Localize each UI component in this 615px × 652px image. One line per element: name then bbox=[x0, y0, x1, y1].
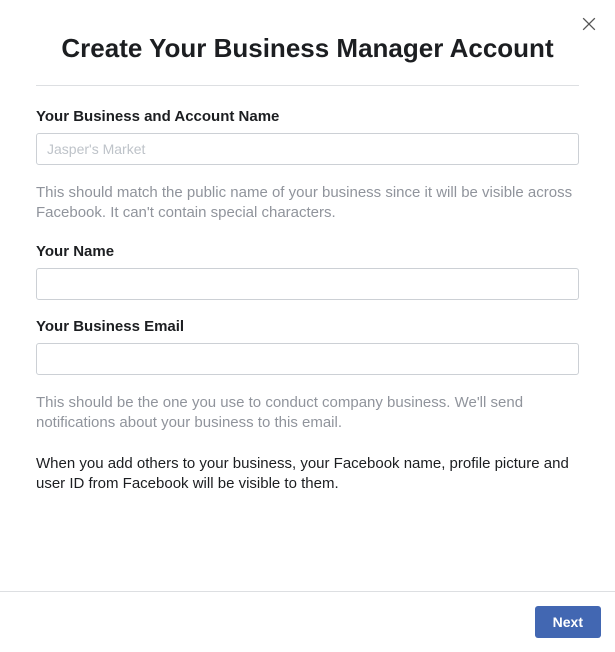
your-name-label: Your Name bbox=[36, 243, 579, 260]
field-your-name: Your Name bbox=[36, 243, 579, 300]
business-email-label: Your Business Email bbox=[36, 318, 579, 335]
divider bbox=[36, 85, 579, 86]
dialog-title: Create Your Business Manager Account bbox=[36, 32, 579, 65]
dialog-footer: Next bbox=[0, 591, 615, 652]
field-business-email: Your Business Email bbox=[36, 318, 579, 375]
your-name-input[interactable] bbox=[36, 268, 579, 300]
business-name-helper: This should match the public name of you… bbox=[36, 183, 579, 224]
business-name-input[interactable] bbox=[36, 133, 579, 165]
business-email-helper: This should be the one you use to conduc… bbox=[36, 393, 579, 434]
dialog-body: Create Your Business Manager Account You… bbox=[0, 0, 615, 494]
field-business-name: Your Business and Account Name bbox=[36, 108, 579, 165]
business-name-label: Your Business and Account Name bbox=[36, 108, 579, 125]
disclosure-text: When you add others to your business, yo… bbox=[36, 454, 579, 495]
business-email-input[interactable] bbox=[36, 343, 579, 375]
next-button[interactable]: Next bbox=[535, 606, 601, 638]
close-icon[interactable] bbox=[579, 14, 599, 34]
